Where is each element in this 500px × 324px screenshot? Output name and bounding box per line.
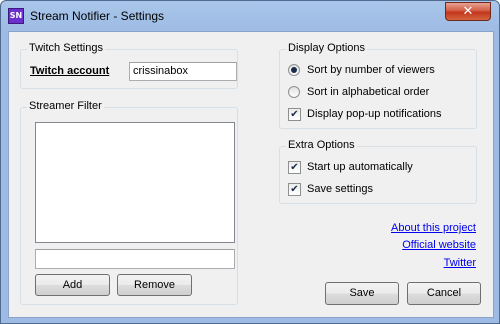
remove-button[interactable]: Remove: [117, 274, 192, 296]
title-bar[interactable]: SN Stream Notifier - Settings ✕: [1, 1, 500, 31]
startup-checkbox[interactable]: ✔: [288, 161, 301, 174]
twitch-settings-legend: Twitch Settings: [27, 42, 105, 54]
client-area: Twitch Settings Twitch account crissinab…: [8, 31, 494, 318]
window-frame: SN Stream Notifier - Settings ✕ Twitch S…: [0, 0, 500, 324]
startup-label[interactable]: Start up automatically: [307, 161, 413, 173]
save-settings-label[interactable]: Save settings: [307, 183, 373, 195]
window-title: Stream Notifier - Settings: [30, 9, 165, 23]
close-button[interactable]: ✕: [445, 2, 491, 21]
twitter-link[interactable]: Twitter: [444, 257, 476, 269]
cancel-button[interactable]: Cancel: [407, 282, 481, 305]
streamer-filter-group: Streamer Filter Add Remove: [20, 100, 238, 305]
official-website-link[interactable]: Official website: [402, 239, 476, 251]
app-icon: SN: [8, 8, 24, 24]
extra-options-group: Extra Options ✔ Start up automatically ✔…: [279, 139, 477, 204]
sort-alpha-radio[interactable]: [288, 86, 300, 98]
streamer-entry-input[interactable]: [35, 249, 235, 269]
popup-label[interactable]: Display pop-up notifications: [307, 108, 442, 120]
add-button[interactable]: Add: [35, 274, 110, 296]
twitch-account-input[interactable]: crissinabox: [129, 62, 237, 81]
extra-options-legend: Extra Options: [286, 139, 357, 151]
sort-alpha-label[interactable]: Sort in alphabetical order: [307, 86, 429, 98]
save-settings-checkbox[interactable]: ✔: [288, 183, 301, 196]
about-project-link[interactable]: About this project: [391, 222, 476, 234]
twitch-account-label: Twitch account: [30, 65, 110, 77]
save-button[interactable]: Save: [325, 282, 399, 305]
popup-checkbox[interactable]: ✔: [288, 108, 301, 121]
sort-viewers-label[interactable]: Sort by number of viewers: [307, 64, 435, 76]
display-options-group: Display Options Sort by number of viewer…: [279, 42, 477, 129]
display-options-legend: Display Options: [286, 42, 368, 54]
sort-viewers-radio[interactable]: [288, 64, 300, 76]
streamer-filter-legend: Streamer Filter: [27, 100, 104, 112]
streamer-list[interactable]: [35, 122, 235, 243]
twitch-settings-group: Twitch Settings Twitch account crissinab…: [20, 42, 238, 89]
